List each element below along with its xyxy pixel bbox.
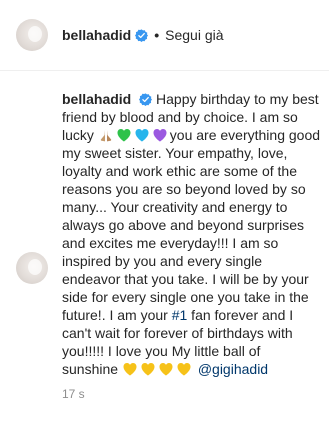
caption-body: bellahadid Happy birthday to my best fri… (62, 79, 320, 401)
purple-heart-icon (153, 129, 167, 142)
caption-username[interactable]: bellahadid (62, 91, 131, 107)
post-panel: bellahadid • Segui già bellahadid Happy … (0, 0, 329, 445)
mention-link[interactable]: @gigihadid (198, 361, 268, 377)
blue-heart-icon (135, 129, 149, 142)
yellow-heart-icon (159, 363, 173, 376)
verified-badge-icon (135, 28, 149, 42)
caption-highlight-link[interactable]: #1 (172, 307, 188, 323)
verified-badge-icon (139, 93, 153, 106)
timestamp[interactable]: 17 s (62, 387, 320, 401)
yellow-heart-icon (141, 363, 155, 376)
avatar[interactable] (16, 19, 48, 51)
following-button[interactable]: Segui già (165, 27, 223, 43)
header-separator: • (154, 27, 160, 43)
header-username[interactable]: bellahadid (62, 26, 131, 44)
avatar[interactable] (16, 252, 48, 284)
caption-comment: bellahadid Happy birthday to my best fri… (0, 79, 329, 401)
yellow-heart-icon (123, 363, 137, 376)
post-header: bellahadid • Segui già (0, 0, 329, 71)
caption-text-part2: you are everything good my sweet sister.… (62, 127, 321, 323)
yellow-heart-icon (177, 363, 191, 376)
folded-hands-icon (100, 129, 111, 142)
green-heart-icon (117, 129, 131, 142)
